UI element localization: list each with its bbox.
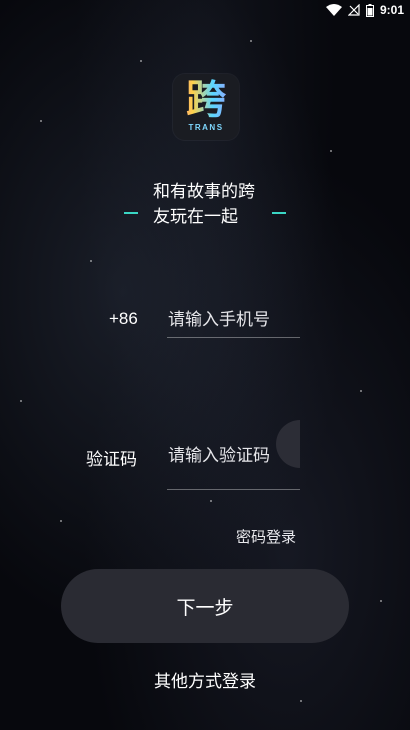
verification-code-input[interactable] [168, 443, 276, 469]
app-logo-text: TRANS [188, 123, 224, 132]
status-icons: 9:01 [325, 2, 404, 18]
phone-input-underline [167, 337, 300, 338]
verification-code-label: 验证码 [86, 450, 137, 470]
password-login-link[interactable]: 密码登录 [236, 526, 296, 547]
slogan-dash-left [124, 212, 138, 214]
slogan-text: 和有故事的跨友玩在一起 [153, 182, 255, 227]
sim-icon [347, 4, 360, 16]
slogan-dash-right [272, 212, 286, 214]
app-logo-glyph: 跨 [173, 78, 239, 122]
status-time: 9:01 [379, 3, 404, 17]
wifi-icon [325, 4, 342, 16]
code-input-underline [167, 489, 300, 490]
phone-input[interactable] [168, 307, 300, 333]
other-login-link[interactable]: 其他方式登录 [0, 667, 410, 692]
app-logo: 跨 TRANS [173, 74, 239, 140]
battery-icon [365, 3, 374, 17]
country-code[interactable]: +86 [109, 309, 138, 329]
next-button[interactable]: 下一步 [61, 569, 349, 643]
status-bar: 9:01 [0, 0, 410, 20]
